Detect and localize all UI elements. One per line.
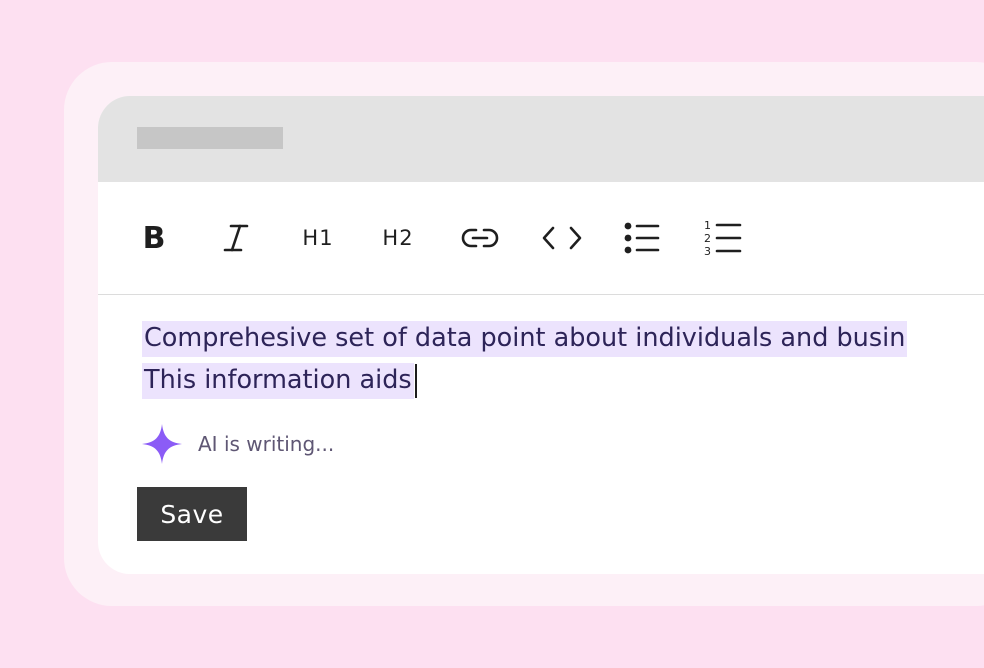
- code-button[interactable]: [540, 218, 584, 258]
- ai-status-text: AI is writing...: [198, 432, 335, 456]
- text-line-1: Comprehesive set of data point about ind…: [142, 318, 984, 360]
- italic-button[interactable]: [220, 218, 252, 258]
- svg-text:2: 2: [704, 232, 711, 245]
- ai-status: AI is writing...: [142, 424, 334, 464]
- editor-card: B H1 H2 1 2 3 Comprehesive set of data p…: [98, 96, 984, 574]
- save-button[interactable]: Save: [137, 487, 247, 541]
- sparkle-icon: [142, 424, 182, 464]
- link-button[interactable]: [458, 218, 502, 258]
- bold-icon: B: [142, 220, 166, 256]
- text-cursor: [414, 364, 417, 398]
- text-line-2: This information aids: [142, 360, 984, 402]
- highlighted-text-2: This information aids: [142, 363, 414, 399]
- title-placeholder: [137, 127, 283, 149]
- highlighted-text-1: Comprehesive set of data point about ind…: [142, 321, 908, 357]
- heading-2-icon: H2: [382, 226, 414, 250]
- bullet-list-icon: [624, 222, 660, 254]
- numbered-list-button[interactable]: 1 2 3: [702, 218, 744, 258]
- title-bar: [98, 96, 984, 182]
- numbered-list-icon: 1 2 3: [704, 219, 742, 258]
- formatting-toolbar: B H1 H2 1 2 3: [98, 182, 984, 295]
- svg-text:3: 3: [704, 245, 711, 258]
- link-icon: [461, 228, 499, 248]
- italic-icon: [223, 224, 249, 252]
- heading-2-button[interactable]: H2: [377, 218, 419, 258]
- bullet-list-button[interactable]: [622, 218, 662, 258]
- code-icon: [542, 226, 582, 250]
- editor-content[interactable]: Comprehesive set of data point about ind…: [142, 318, 984, 402]
- svg-text:1: 1: [704, 219, 711, 232]
- heading-1-icon: H1: [302, 226, 334, 250]
- heading-1-button[interactable]: H1: [298, 218, 338, 258]
- bold-button[interactable]: B: [138, 218, 170, 258]
